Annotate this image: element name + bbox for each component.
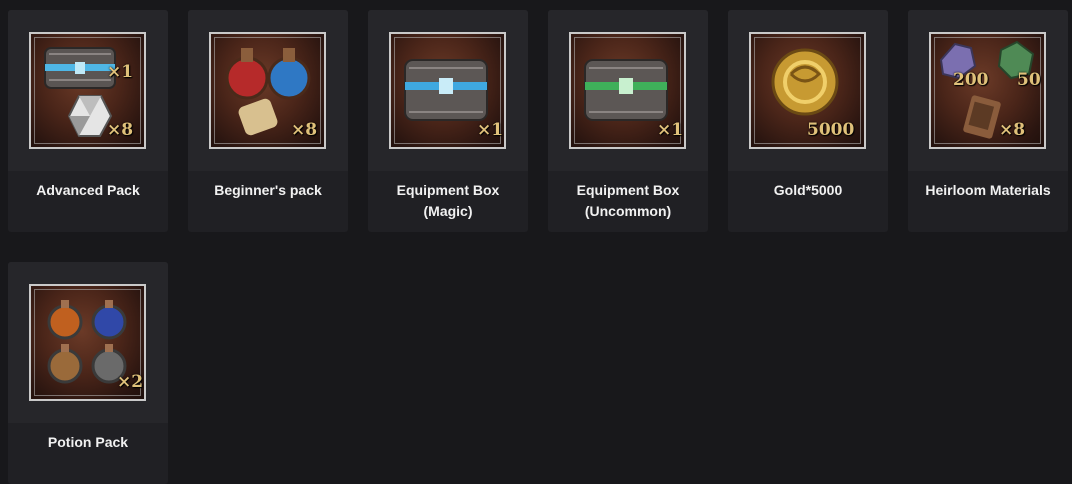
quantity-label: ×8 (999, 120, 1026, 140)
reward-name: Beginner's pack (214, 182, 322, 198)
reward-name: Advanced Pack (36, 182, 140, 198)
reward-thumbnail: ×1 ×8 (29, 32, 146, 149)
reward-card-heirloom-materials[interactable]: 200 50 ×8 Heirloom Materials (908, 10, 1068, 232)
reward-grid: ×1 ×8 Advanced Pack ×8 Beginner's pack ×… (0, 0, 1072, 484)
reward-name: Equipment Box (Magic) (396, 182, 500, 219)
quantity-label: 200 (953, 70, 989, 90)
reward-card-gold[interactable]: 5000 Gold*5000 (728, 10, 888, 232)
quantity-label: ×8 (291, 120, 318, 140)
reward-card-potion-pack[interactable]: ×2 Potion Pack (8, 262, 168, 484)
reward-card-equipment-box-uncommon[interactable]: ×1 Equipment Box (Uncommon) (548, 10, 708, 232)
reward-thumbnail: ×8 (209, 32, 326, 149)
reward-name: Gold*5000 (773, 182, 843, 198)
reward-thumbnail: 200 50 ×8 (929, 32, 1046, 149)
reward-thumbnail: ×2 (29, 284, 146, 401)
reward-thumbnail: ×1 (569, 32, 686, 149)
scroll-icon (238, 98, 278, 136)
reward-card-advanced-pack[interactable]: ×1 ×8 Advanced Pack (8, 10, 168, 232)
reward-thumbnail: 5000 (749, 32, 866, 149)
reward-name: Heirloom Materials (925, 182, 1051, 198)
reward-name: Equipment Box (Uncommon) (576, 182, 680, 219)
rusty-scrap-icon (963, 95, 1001, 139)
quantity-label: ×1 (107, 62, 134, 82)
reward-card-beginners-pack[interactable]: ×8 Beginner's pack (188, 10, 348, 232)
quantity-label: ×2 (117, 372, 144, 392)
quantity-label: 5000 (807, 120, 855, 140)
reward-thumbnail: ×1 (389, 32, 506, 149)
d20-dice-icon (67, 95, 113, 137)
quantity-label: ×1 (657, 120, 684, 140)
reward-card-equipment-box-magic[interactable]: ×1 Equipment Box (Magic) (368, 10, 528, 232)
quantity-label: 50 (1017, 70, 1041, 90)
quantity-label: ×1 (477, 120, 504, 140)
reward-name: Potion Pack (47, 434, 129, 450)
quantity-label: ×8 (107, 120, 134, 140)
